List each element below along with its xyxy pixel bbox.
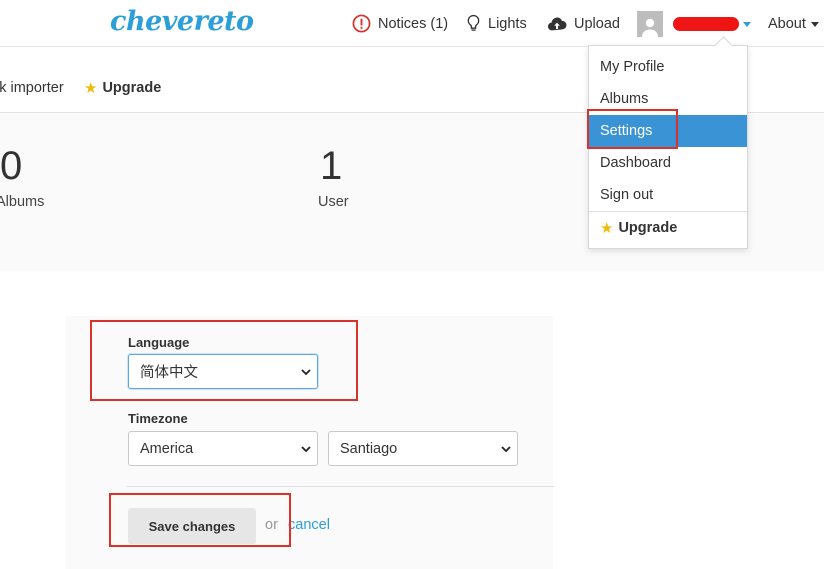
cancel-link[interactable]: cancel xyxy=(288,517,330,533)
alert-circle-icon xyxy=(352,14,371,33)
timezone-region-value: America xyxy=(140,440,194,457)
menu-item-dashboard[interactable]: Dashboard xyxy=(589,147,747,179)
users-count: 1 xyxy=(320,144,343,188)
lights-toggle[interactable]: Lights xyxy=(466,0,527,47)
albums-label: Albums xyxy=(0,194,45,210)
menu-item-upgrade[interactable]: ★ Upgrade xyxy=(589,212,747,244)
chevron-down-icon xyxy=(743,22,751,27)
users-label: User xyxy=(318,194,349,210)
about-label: About xyxy=(768,15,806,32)
language-value: 简体中文 xyxy=(140,365,198,381)
menu-item-sign-out[interactable]: Sign out xyxy=(589,179,747,211)
lightbulb-icon xyxy=(466,14,481,33)
menu-item-albums[interactable]: Albums xyxy=(589,83,747,115)
star-icon: ★ xyxy=(600,220,614,237)
timezone-city-select[interactable]: Santiago xyxy=(328,431,518,466)
upgrade-label: Upgrade xyxy=(102,80,162,96)
menu-item-settings[interactable]: Settings xyxy=(589,115,747,147)
chevron-down-icon xyxy=(301,446,311,453)
language-select[interactable]: 简体中文 xyxy=(128,354,318,389)
top-navbar: chevereto Notices (1) Lights Upload Abou… xyxy=(0,0,824,47)
language-label: Language xyxy=(128,335,190,350)
lights-label: Lights xyxy=(488,15,527,32)
timezone-city-value: Santiago xyxy=(340,440,398,457)
albums-count: 0 xyxy=(0,144,23,188)
save-changes-button[interactable]: Save changes xyxy=(128,508,256,544)
chevron-down-icon xyxy=(501,446,511,453)
menu-item-my-profile[interactable]: My Profile xyxy=(589,51,747,83)
form-divider xyxy=(127,486,554,487)
about-menu[interactable]: About xyxy=(768,0,819,47)
bulk-importer-link[interactable]: lk importer xyxy=(0,80,64,96)
avatar xyxy=(637,10,663,37)
cloud-upload-icon xyxy=(547,16,567,32)
timezone-region-select[interactable]: America xyxy=(128,431,318,466)
chevron-down-icon xyxy=(301,369,311,376)
username-redacted xyxy=(673,16,739,31)
chevron-down-icon xyxy=(810,22,819,27)
notices-button[interactable]: Notices (1) xyxy=(352,0,448,47)
upload-label: Upload xyxy=(574,15,620,32)
user-dropdown-menu: My Profile Albums Settings Dashboard Sig… xyxy=(588,45,748,249)
menu-upgrade-label: Upgrade xyxy=(618,220,678,236)
star-icon: ★ xyxy=(84,80,98,97)
chevereto-logo[interactable]: chevereto xyxy=(110,6,254,37)
timezone-label: Timezone xyxy=(128,411,188,426)
notices-label: Notices (1) xyxy=(378,15,449,32)
or-text: or xyxy=(265,517,278,533)
upload-button[interactable]: Upload xyxy=(547,0,620,47)
upgrade-link[interactable]: ★ Upgrade xyxy=(84,79,161,97)
user-menu-toggle[interactable] xyxy=(637,0,751,47)
